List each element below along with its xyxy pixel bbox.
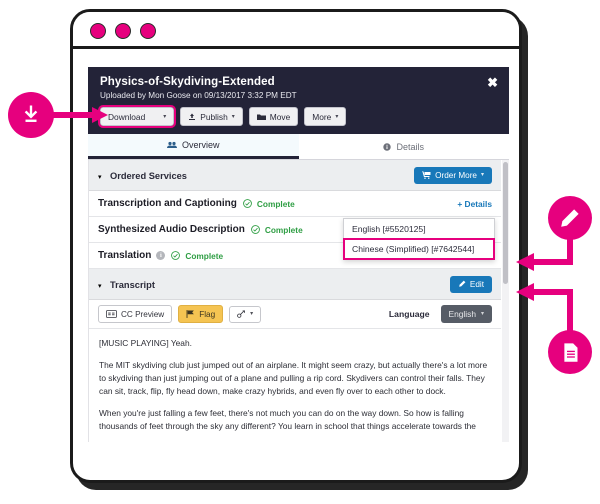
- window-controls: [90, 23, 156, 39]
- order-more-label: Order More: [435, 170, 477, 180]
- media-detail-modal: Physics-of-Skydiving-Extended Uploaded b…: [88, 67, 509, 442]
- cart-icon: [422, 171, 431, 179]
- people-icon: [166, 141, 177, 149]
- chevron-down-icon: ▾: [480, 172, 484, 178]
- window-dot-minimize[interactable]: [115, 23, 131, 39]
- tab-details-label: Details: [396, 141, 424, 152]
- download-icon-badge: [8, 92, 54, 138]
- ordered-services-title: Ordered Services: [109, 171, 187, 181]
- transcript-paragraph: When you're just falling a few feet, the…: [99, 408, 476, 432]
- transcript-paragraph: [MUSIC PLAYING] Yeah.: [99, 338, 192, 348]
- chevron-down-icon: ▾: [335, 113, 339, 120]
- publish-button-label: Publish: [200, 111, 228, 122]
- info-icon[interactable]: i: [156, 251, 166, 260]
- more-button[interactable]: More ▾: [304, 107, 347, 126]
- move-button[interactable]: Move: [248, 107, 299, 126]
- edit-button[interactable]: Edit: [449, 275, 492, 293]
- service-status: Complete: [264, 224, 303, 235]
- screenshot-root: Physics-of-Skydiving-Extended Uploaded b…: [0, 0, 600, 504]
- pencil-icon: [561, 209, 579, 227]
- page-title: Physics-of-Skydiving-Extended: [100, 76, 275, 88]
- window-dot-close[interactable]: [90, 23, 106, 39]
- service-status: Complete: [185, 250, 224, 261]
- modal-content: ▾ Ordered Services Order More ▾ Transcri…: [89, 160, 509, 442]
- chevron-down-icon: ▾: [231, 113, 235, 120]
- chevron-down-icon: ▾: [98, 174, 102, 181]
- service-name: Translation: [98, 250, 152, 261]
- edit-icon-badge: [548, 196, 592, 240]
- link-icon: [237, 310, 246, 318]
- close-icon[interactable]: ✖: [487, 76, 498, 89]
- service-row-transcription: Transcription and Captioning Complete + …: [89, 191, 501, 217]
- window-dot-maximize[interactable]: [140, 23, 156, 39]
- more-button-label: More: [312, 111, 332, 122]
- upload-meta: Uploaded by Mon Goose on 09/13/2017 3:32…: [100, 91, 297, 100]
- tab-details[interactable]: Details: [299, 134, 510, 159]
- upload-icon: [188, 113, 196, 121]
- flag-icon: [186, 310, 195, 318]
- transcript-paragraph: The MIT skydiving club just jumped out o…: [99, 360, 488, 397]
- pencil-icon: [458, 280, 466, 288]
- modal-header: Physics-of-Skydiving-Extended Uploaded b…: [88, 67, 509, 134]
- chevron-down-icon: ▾: [98, 283, 102, 290]
- chevron-down-icon: ▾: [480, 311, 484, 317]
- flag-button-label: Flag: [199, 309, 216, 319]
- transcript-title-group: ▾ Transcript: [98, 275, 155, 293]
- ordered-services-title-group: ▾ Ordered Services: [98, 166, 187, 184]
- ordered-services-header[interactable]: ▾ Ordered Services Order More ▾: [89, 160, 501, 191]
- service-name: Transcription and Captioning: [98, 198, 237, 209]
- check-circle-icon: [171, 251, 181, 260]
- chevron-down-icon: ▾: [163, 113, 167, 120]
- move-button-label: Move: [269, 111, 291, 122]
- download-button[interactable]: Download ▾: [97, 105, 177, 128]
- check-circle-icon: [250, 225, 260, 234]
- cc-preview-button[interactable]: CC Preview: [98, 305, 173, 323]
- modal-action-bar: Download ▾ Publish ▾ Move More ▾: [97, 105, 497, 128]
- document-icon: [563, 342, 577, 362]
- check-circle-icon: [243, 199, 252, 208]
- language-value: English: [448, 309, 476, 319]
- flag-button[interactable]: Flag: [178, 305, 224, 323]
- transcript-toolbar: CC Preview Flag ▾ Language English ▾: [89, 300, 501, 329]
- edit-button-label: Edit: [469, 279, 484, 289]
- transcript-header[interactable]: ▾ Transcript Edit: [89, 269, 501, 300]
- language-dropdown-menu: English [#5520125] Chinese (Simplified) …: [343, 218, 495, 260]
- modal-tabs: Overview Details: [88, 134, 509, 160]
- language-option-english[interactable]: English [#5520125]: [344, 219, 494, 239]
- document-icon-badge: [548, 330, 592, 374]
- service-status: Complete: [256, 198, 295, 209]
- tab-overview[interactable]: Overview: [88, 134, 299, 159]
- cc-preview-label: CC Preview: [121, 309, 165, 319]
- chevron-down-icon: ▾: [250, 311, 254, 317]
- language-option-chinese[interactable]: Chinese (Simplified) [#7642544]: [343, 238, 495, 260]
- order-more-button[interactable]: Order More ▾: [414, 166, 492, 184]
- info-icon: [383, 142, 392, 151]
- language-label: Language: [388, 309, 430, 319]
- browser-window: Physics-of-Skydiving-Extended Uploaded b…: [70, 9, 522, 483]
- language-dropdown-button[interactable]: English ▾: [440, 305, 492, 323]
- browser-titlebar: [73, 12, 519, 49]
- folder-icon: [256, 113, 266, 121]
- link-options-button[interactable]: ▾: [229, 305, 262, 323]
- modal-scroll-region: ▾ Ordered Services Order More ▾ Transcri…: [88, 160, 509, 442]
- service-details-link[interactable]: + Details: [457, 199, 492, 209]
- transcript-title: Transcript: [109, 280, 155, 290]
- download-button-label: Download: [108, 111, 146, 122]
- service-name: Synthesized Audio Description: [98, 224, 245, 235]
- transcript-body: [MUSIC PLAYING] Yeah. The MIT skydiving …: [89, 329, 501, 442]
- cc-icon: [106, 310, 117, 318]
- download-icon: [24, 105, 38, 122]
- publish-button[interactable]: Publish ▾: [180, 107, 243, 126]
- tab-overview-label: Overview: [181, 140, 220, 150]
